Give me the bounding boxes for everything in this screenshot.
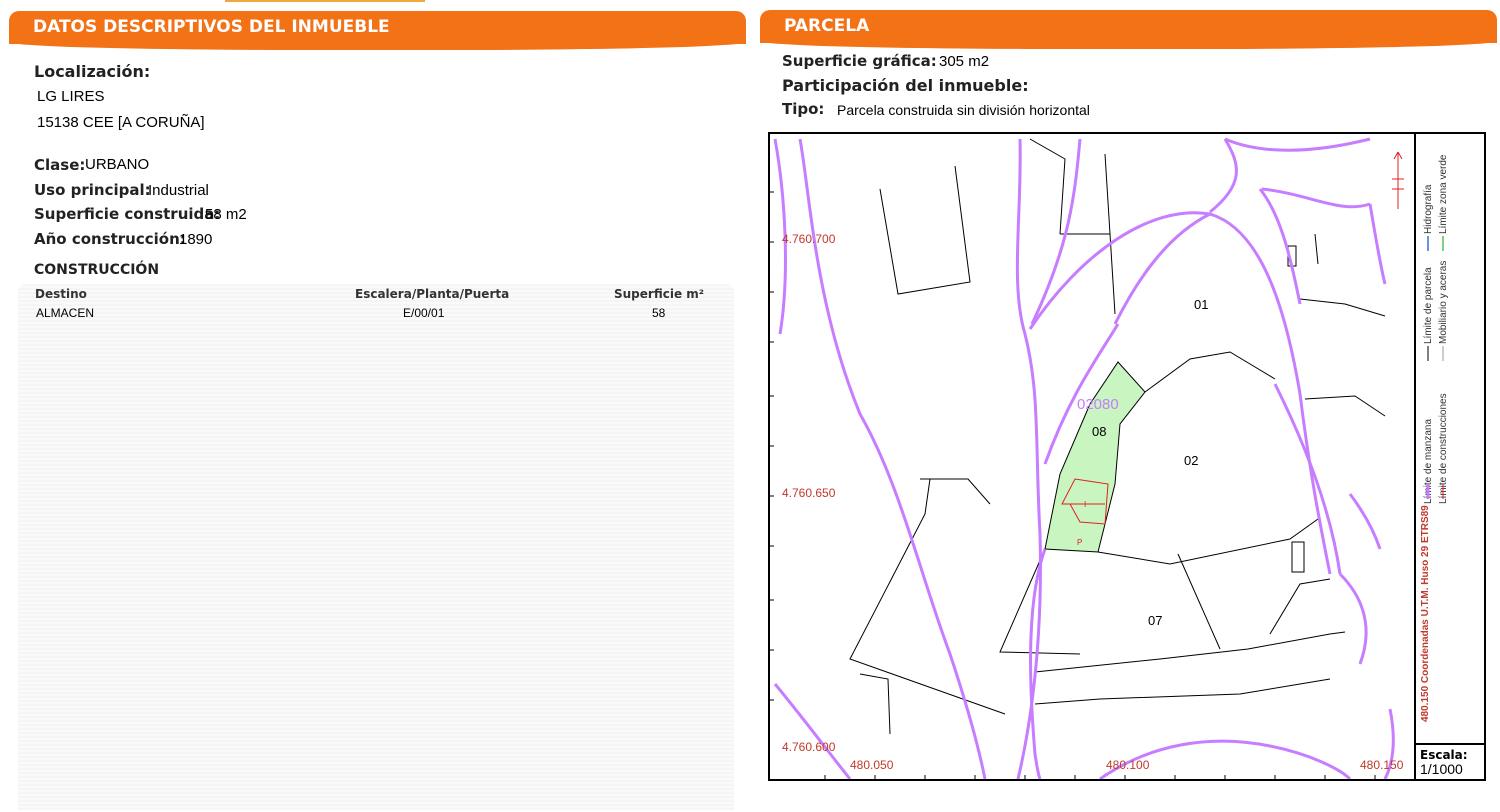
uso-value: Industrial: [148, 182, 209, 199]
parcel-label-01: 01: [1194, 297, 1209, 312]
coord-x-150: 480.150: [1360, 758, 1404, 772]
tipo-value: Parcela construida sin división horizont…: [837, 102, 1090, 118]
coord-y-600: 4.760.600: [782, 740, 836, 754]
anio-construccion-value: 1890: [179, 231, 213, 248]
scale-value: 1/1000: [1420, 761, 1463, 777]
block-label: 02080: [1077, 396, 1119, 413]
scale-box: Escala: 1/1000: [1414, 743, 1484, 779]
participacion-label: Participación del inmueble:: [782, 76, 1029, 95]
superficie-grafica-label: Superficie gráfica:: [782, 52, 937, 70]
column-header-destino: Destino: [35, 287, 87, 301]
construccion-title: CONSTRUCCIÓN: [34, 262, 160, 278]
north-arrow: [1392, 151, 1404, 209]
legend-swatches: [1426, 236, 1444, 499]
table-cell-destino: ALMACEN: [36, 306, 95, 320]
coord-y-700: 4.760.700: [782, 232, 836, 246]
cadastral-map[interactable]: 01 02 07 08 02080 I P 4.760.700 4.760.65…: [768, 132, 1486, 781]
address-line1: LG LIRES: [37, 88, 105, 105]
parcel-label-08: 08: [1092, 424, 1107, 439]
scale-label: Escala:: [1420, 748, 1468, 762]
parcela-header: PARCELA: [760, 10, 1497, 49]
parcel-label-02: 02: [1184, 453, 1199, 468]
coord-y-650: 4.760.650: [782, 486, 836, 500]
descriptive-data-header: DATOS DESCRIPTIVOS DEL INMUEBLE: [9, 11, 746, 50]
map-legend: 480.150 Coordenadas U.T.M. Huso 29 ETRS8…: [1414, 134, 1484, 748]
superficie-construida-value: 58 m2: [205, 206, 247, 223]
tipo-label: Tipo:: [782, 100, 825, 118]
coord-x-100: 480.100: [1106, 758, 1150, 772]
map-drawing: [770, 137, 1404, 779]
uso-label: Uso principal:: [34, 181, 151, 199]
superficie-construida-label: Superficie construida:: [34, 205, 221, 223]
building-label-i: I: [1084, 500, 1087, 509]
address-line2: 15138 CEE [A CORUÑA]: [37, 114, 205, 131]
localizacion-label: Localización:: [34, 62, 151, 81]
parcel-label-07: 07: [1148, 613, 1163, 628]
clase-label: Clase:: [34, 156, 86, 174]
building-label-p: P: [1077, 538, 1083, 547]
top-accent-bar: [225, 0, 425, 2]
clase-value: URBANO: [85, 156, 150, 173]
construction-table: Destino Escalera/Planta/Puerta Superfici…: [18, 284, 734, 810]
superficie-grafica-value: 305 m2: [939, 53, 990, 70]
anio-construccion-label: Año construcción:: [34, 230, 186, 248]
table-cell-escalera: E/00/01: [403, 306, 445, 320]
table-cell-superficie: 58: [652, 306, 666, 320]
column-header-escalera: Escalera/Planta/Puerta: [355, 287, 510, 301]
coord-x-050: 480.050: [850, 758, 894, 772]
column-header-superficie: Superficie m²: [614, 287, 705, 301]
